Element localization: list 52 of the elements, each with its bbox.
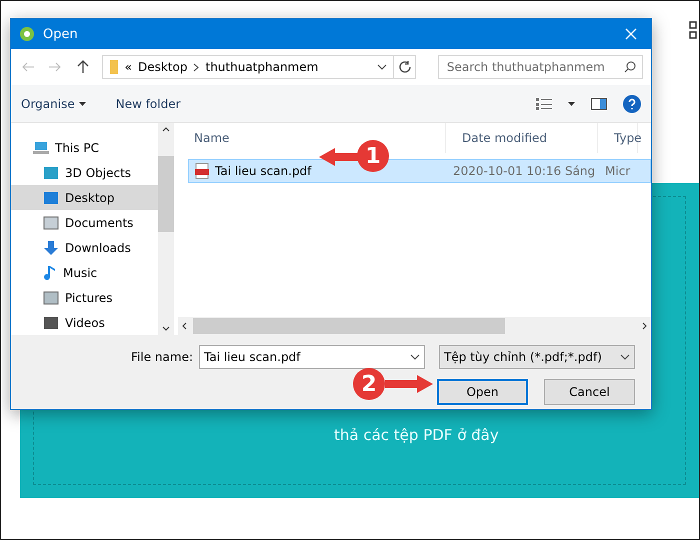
view-list-icon[interactable]: [536, 98, 552, 110]
chevron-down-icon[interactable]: [377, 64, 388, 70]
pointer-arrow: [385, 375, 433, 393]
search-field[interactable]: Search thuthuatphanmem: [438, 55, 643, 79]
arrow-left-icon: [20, 62, 35, 72]
dropdown-icon[interactable]: [568, 102, 575, 106]
computer-icon: [33, 140, 49, 154]
nav-item[interactable]: Pictures: [11, 285, 158, 310]
music-note-icon: [43, 264, 57, 280]
chevron-down-icon: [620, 354, 630, 360]
nav-item[interactable]: Videos: [11, 310, 158, 335]
nav-item[interactable]: Desktop: [11, 185, 158, 210]
help-icon[interactable]: [623, 94, 641, 112]
file-name-label: File name:: [131, 350, 193, 364]
nav-item[interactable]: This PC: [11, 135, 158, 160]
scrollbar[interactable]: [178, 317, 651, 335]
caret-icon: [78, 102, 86, 106]
open-button[interactable]: Open: [437, 379, 528, 405]
file-type-select[interactable]: Tệp tùy chỉnh (*.pdf;*.pdf): [439, 345, 635, 369]
scroll-left-icon[interactable]: [182, 322, 187, 330]
nav-item[interactable]: Music: [11, 260, 158, 285]
arrow-right-icon: [48, 62, 62, 72]
scroll-up-icon[interactable]: [162, 127, 170, 132]
scrollbar[interactable]: [158, 123, 174, 335]
pdf-file-icon: [195, 163, 209, 179]
close-icon: [625, 28, 637, 40]
chevron-right-icon: [193, 62, 200, 72]
column-header[interactable]: Date modified: [446, 123, 598, 153]
chevron-down-icon: [410, 354, 420, 360]
download-icon: [43, 240, 59, 256]
breadcrumb[interactable]: thuthuatphanmem: [205, 60, 318, 74]
arrow-up-icon: [76, 60, 89, 74]
preview-pane-icon[interactable]: [591, 98, 607, 110]
new-folder-button[interactable]: New folder: [116, 96, 181, 110]
drop-hint: thả các tệp PDF ở đây: [334, 426, 499, 444]
organise-menu[interactable]: Organise: [21, 96, 86, 110]
app-icon: [19, 26, 35, 42]
file-name-field[interactable]: Tai lieu scan.pdf: [199, 345, 425, 369]
cancel-button[interactable]: Cancel: [544, 379, 635, 405]
nav-item[interactable]: Documents: [11, 210, 158, 235]
scroll-down-icon[interactable]: [162, 326, 170, 331]
breadcrumb[interactable]: Desktop: [138, 60, 188, 74]
refresh-button[interactable]: [394, 55, 416, 79]
scroll-right-icon[interactable]: [642, 322, 647, 330]
folder-icon: [108, 59, 119, 75]
overflow-chevron[interactable]: «: [124, 60, 132, 74]
refresh-icon: [398, 60, 412, 74]
nav-item[interactable]: Downloads: [11, 235, 158, 260]
address-bar[interactable]: « Desktop thuthuatphanmem: [102, 55, 394, 79]
window-title: Open: [43, 26, 79, 42]
nav-item[interactable]: 3D Objects: [11, 160, 158, 185]
search-icon: [624, 61, 636, 73]
